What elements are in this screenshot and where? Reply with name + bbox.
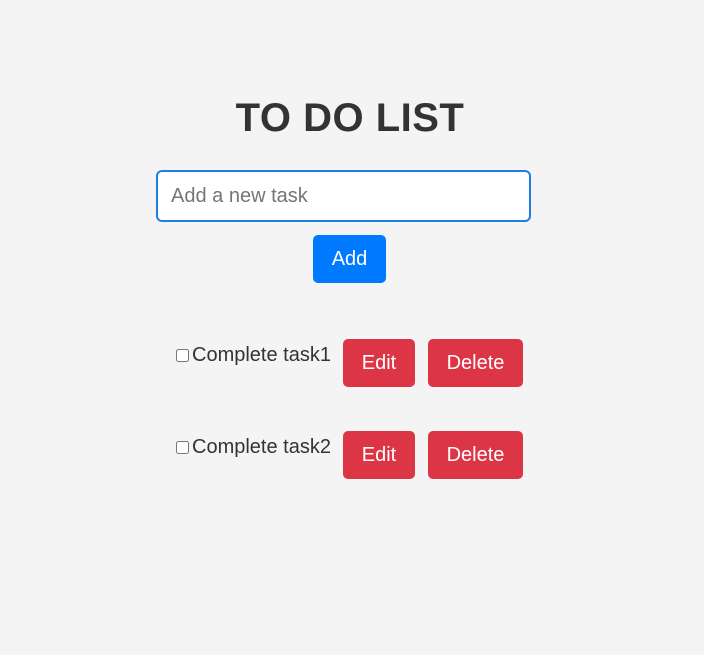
task-item: Complete task2 Edit Delete bbox=[0, 431, 704, 479]
new-task-input[interactable] bbox=[156, 170, 531, 222]
todo-app: TO DO LIST Add Complete task1 Edit Delet… bbox=[0, 0, 704, 655]
task-label: Complete task2 bbox=[192, 436, 331, 458]
task-complete-checkbox[interactable] bbox=[176, 349, 189, 362]
delete-task-button[interactable]: Delete bbox=[428, 431, 523, 479]
edit-task-button[interactable]: Edit bbox=[343, 339, 415, 387]
task-complete-checkbox[interactable] bbox=[176, 441, 189, 454]
delete-task-button[interactable]: Delete bbox=[428, 339, 523, 387]
task-item: Complete task1 Edit Delete bbox=[0, 339, 704, 387]
add-task-button[interactable]: Add bbox=[313, 235, 386, 283]
task-label: Complete task1 bbox=[192, 344, 331, 366]
edit-task-button[interactable]: Edit bbox=[343, 431, 415, 479]
page-title: TO DO LIST bbox=[235, 96, 465, 140]
